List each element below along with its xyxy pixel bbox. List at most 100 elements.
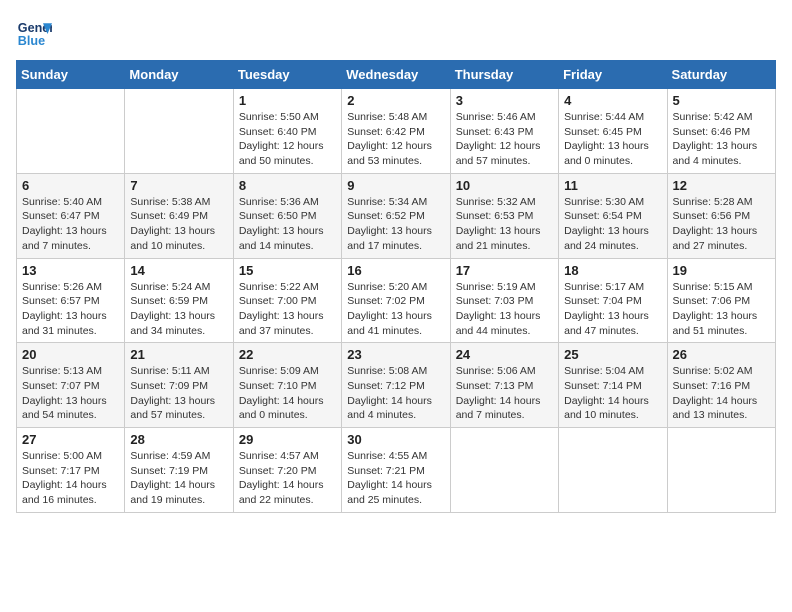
day-number: 23 — [347, 347, 444, 362]
calendar-cell: 22Sunrise: 5:09 AM Sunset: 7:10 PM Dayli… — [233, 343, 341, 428]
day-number: 10 — [456, 178, 553, 193]
day-number: 1 — [239, 93, 336, 108]
day-info: Sunrise: 5:26 AM Sunset: 6:57 PM Dayligh… — [22, 280, 119, 339]
calendar-cell — [667, 428, 775, 513]
calendar-cell: 3 Sunrise: 5:46 AM Sunset: 6:43 PM Daylig… — [450, 89, 558, 174]
day-number: 27 — [22, 432, 119, 447]
weekday-header-tuesday: Tuesday — [233, 61, 341, 89]
day-number: 16 — [347, 263, 444, 278]
day-info: Sunrise: 5:06 AM Sunset: 7:13 PM Dayligh… — [456, 364, 553, 423]
day-number: 20 — [22, 347, 119, 362]
weekday-header-thursday: Thursday — [450, 61, 558, 89]
day-info: Sunrise: 5:40 AM Sunset: 6:47 PM Dayligh… — [22, 195, 119, 254]
weekday-header-monday: Monday — [125, 61, 233, 89]
calendar-cell: 24 Sunrise: 5:06 AM Sunset: 7:13 PM Dayli… — [450, 343, 558, 428]
calendar-cell: 18 Sunrise: 5:17 AM Sunset: 7:04 PM Dayli… — [559, 258, 667, 343]
weekday-header-wednesday: Wednesday — [342, 61, 450, 89]
day-number: 14 — [130, 263, 227, 278]
day-number: 24 — [456, 347, 553, 362]
day-info: Sunrise: 5:02 AM Sunset: 7:16 PM Dayligh… — [673, 364, 770, 423]
calendar-cell: 6 Sunrise: 5:40 AM Sunset: 6:47 PM Daylig… — [17, 173, 125, 258]
day-info: Sunrise: 4:57 AM Sunset: 7:20 PM Dayligh… — [239, 449, 336, 508]
day-info: Sunrise: 5:08 AM Sunset: 7:12 PM Dayligh… — [347, 364, 444, 423]
day-info: Sunrise: 5:22 AM Sunset: 7:00 PM Dayligh… — [239, 280, 336, 339]
day-number: 18 — [564, 263, 661, 278]
logo-icon: General Blue — [16, 16, 52, 52]
svg-text:Blue: Blue — [18, 34, 45, 48]
day-info: Sunrise: 5:44 AM Sunset: 6:45 PM Dayligh… — [564, 110, 661, 169]
calendar-cell: 30Sunrise: 4:55 AM Sunset: 7:21 PM Dayli… — [342, 428, 450, 513]
calendar-week-2: 6 Sunrise: 5:40 AM Sunset: 6:47 PM Daylig… — [17, 173, 776, 258]
day-info: Sunrise: 4:59 AM Sunset: 7:19 PM Dayligh… — [130, 449, 227, 508]
day-info: Sunrise: 5:13 AM Sunset: 7:07 PM Dayligh… — [22, 364, 119, 423]
calendar-cell: 20 Sunrise: 5:13 AM Sunset: 7:07 PM Dayli… — [17, 343, 125, 428]
calendar-cell: 23 Sunrise: 5:08 AM Sunset: 7:12 PM Dayli… — [342, 343, 450, 428]
calendar-cell: 13 Sunrise: 5:26 AM Sunset: 6:57 PM Dayli… — [17, 258, 125, 343]
page-header: General Blue — [16, 16, 776, 52]
day-number: 8 — [239, 178, 336, 193]
day-info: Sunrise: 5:24 AM Sunset: 6:59 PM Dayligh… — [130, 280, 227, 339]
day-info: Sunrise: 5:42 AM Sunset: 6:46 PM Dayligh… — [673, 110, 770, 169]
day-info: Sunrise: 5:19 AM Sunset: 7:03 PM Dayligh… — [456, 280, 553, 339]
day-info: Sunrise: 5:00 AM Sunset: 7:17 PM Dayligh… — [22, 449, 119, 508]
day-info: Sunrise: 5:30 AM Sunset: 6:54 PM Dayligh… — [564, 195, 661, 254]
calendar-cell: 25Sunrise: 5:04 AM Sunset: 7:14 PM Dayli… — [559, 343, 667, 428]
calendar-cell: 9 Sunrise: 5:34 AM Sunset: 6:52 PM Daylig… — [342, 173, 450, 258]
day-info: Sunrise: 5:50 AM Sunset: 6:40 PM Dayligh… — [239, 110, 336, 169]
day-info: Sunrise: 5:04 AM Sunset: 7:14 PM Dayligh… — [564, 364, 661, 423]
calendar-week-1: 1 Sunrise: 5:50 AM Sunset: 6:40 PM Daylig… — [17, 89, 776, 174]
calendar-cell: 28Sunrise: 4:59 AM Sunset: 7:19 PM Dayli… — [125, 428, 233, 513]
day-number: 7 — [130, 178, 227, 193]
calendar-cell — [450, 428, 558, 513]
weekday-header-saturday: Saturday — [667, 61, 775, 89]
day-info: Sunrise: 5:32 AM Sunset: 6:53 PM Dayligh… — [456, 195, 553, 254]
calendar-cell: 29 Sunrise: 4:57 AM Sunset: 7:20 PM Dayli… — [233, 428, 341, 513]
calendar-cell: 10 Sunrise: 5:32 AM Sunset: 6:53 PM Dayli… — [450, 173, 558, 258]
calendar-cell: 2Sunrise: 5:48 AM Sunset: 6:42 PM Daylig… — [342, 89, 450, 174]
calendar-cell: 11 Sunrise: 5:30 AM Sunset: 6:54 PM Dayli… — [559, 173, 667, 258]
day-info: Sunrise: 5:36 AM Sunset: 6:50 PM Dayligh… — [239, 195, 336, 254]
logo: General Blue — [16, 16, 56, 52]
day-number: 6 — [22, 178, 119, 193]
day-info: Sunrise: 5:28 AM Sunset: 6:56 PM Dayligh… — [673, 195, 770, 254]
day-number: 26 — [673, 347, 770, 362]
day-number: 12 — [673, 178, 770, 193]
calendar-week-4: 20 Sunrise: 5:13 AM Sunset: 7:07 PM Dayli… — [17, 343, 776, 428]
day-number: 30 — [347, 432, 444, 447]
calendar-cell: 26 Sunrise: 5:02 AM Sunset: 7:16 PM Dayli… — [667, 343, 775, 428]
calendar-cell: 5Sunrise: 5:42 AM Sunset: 6:46 PM Daylig… — [667, 89, 775, 174]
calendar-cell: 17 Sunrise: 5:19 AM Sunset: 7:03 PM Dayli… — [450, 258, 558, 343]
calendar-table: SundayMondayTuesdayWednesdayThursdayFrid… — [16, 60, 776, 513]
day-info: Sunrise: 5:34 AM Sunset: 6:52 PM Dayligh… — [347, 195, 444, 254]
day-number: 3 — [456, 93, 553, 108]
day-info: Sunrise: 5:17 AM Sunset: 7:04 PM Dayligh… — [564, 280, 661, 339]
day-number: 29 — [239, 432, 336, 447]
calendar-cell: 7 Sunrise: 5:38 AM Sunset: 6:49 PM Daylig… — [125, 173, 233, 258]
calendar-cell — [17, 89, 125, 174]
day-number: 15 — [239, 263, 336, 278]
calendar-cell: 1 Sunrise: 5:50 AM Sunset: 6:40 PM Daylig… — [233, 89, 341, 174]
weekday-header-friday: Friday — [559, 61, 667, 89]
day-info: Sunrise: 5:48 AM Sunset: 6:42 PM Dayligh… — [347, 110, 444, 169]
day-info: Sunrise: 5:15 AM Sunset: 7:06 PM Dayligh… — [673, 280, 770, 339]
calendar-cell: 27 Sunrise: 5:00 AM Sunset: 7:17 PM Dayli… — [17, 428, 125, 513]
calendar-cell — [125, 89, 233, 174]
day-info: Sunrise: 5:46 AM Sunset: 6:43 PM Dayligh… — [456, 110, 553, 169]
day-number: 13 — [22, 263, 119, 278]
calendar-week-5: 27 Sunrise: 5:00 AM Sunset: 7:17 PM Dayli… — [17, 428, 776, 513]
day-info: Sunrise: 5:38 AM Sunset: 6:49 PM Dayligh… — [130, 195, 227, 254]
day-info: Sunrise: 5:11 AM Sunset: 7:09 PM Dayligh… — [130, 364, 227, 423]
day-number: 19 — [673, 263, 770, 278]
calendar-cell: 16Sunrise: 5:20 AM Sunset: 7:02 PM Dayli… — [342, 258, 450, 343]
day-number: 17 — [456, 263, 553, 278]
calendar-week-3: 13 Sunrise: 5:26 AM Sunset: 6:57 PM Dayli… — [17, 258, 776, 343]
calendar-cell: 4Sunrise: 5:44 AM Sunset: 6:45 PM Daylig… — [559, 89, 667, 174]
day-number: 11 — [564, 178, 661, 193]
day-number: 21 — [130, 347, 227, 362]
calendar-cell: 12 Sunrise: 5:28 AM Sunset: 6:56 PM Dayli… — [667, 173, 775, 258]
day-info: Sunrise: 5:09 AM Sunset: 7:10 PM Dayligh… — [239, 364, 336, 423]
calendar-cell: 15 Sunrise: 5:22 AM Sunset: 7:00 PM Dayli… — [233, 258, 341, 343]
calendar-cell — [559, 428, 667, 513]
day-number: 9 — [347, 178, 444, 193]
weekday-header-sunday: Sunday — [17, 61, 125, 89]
